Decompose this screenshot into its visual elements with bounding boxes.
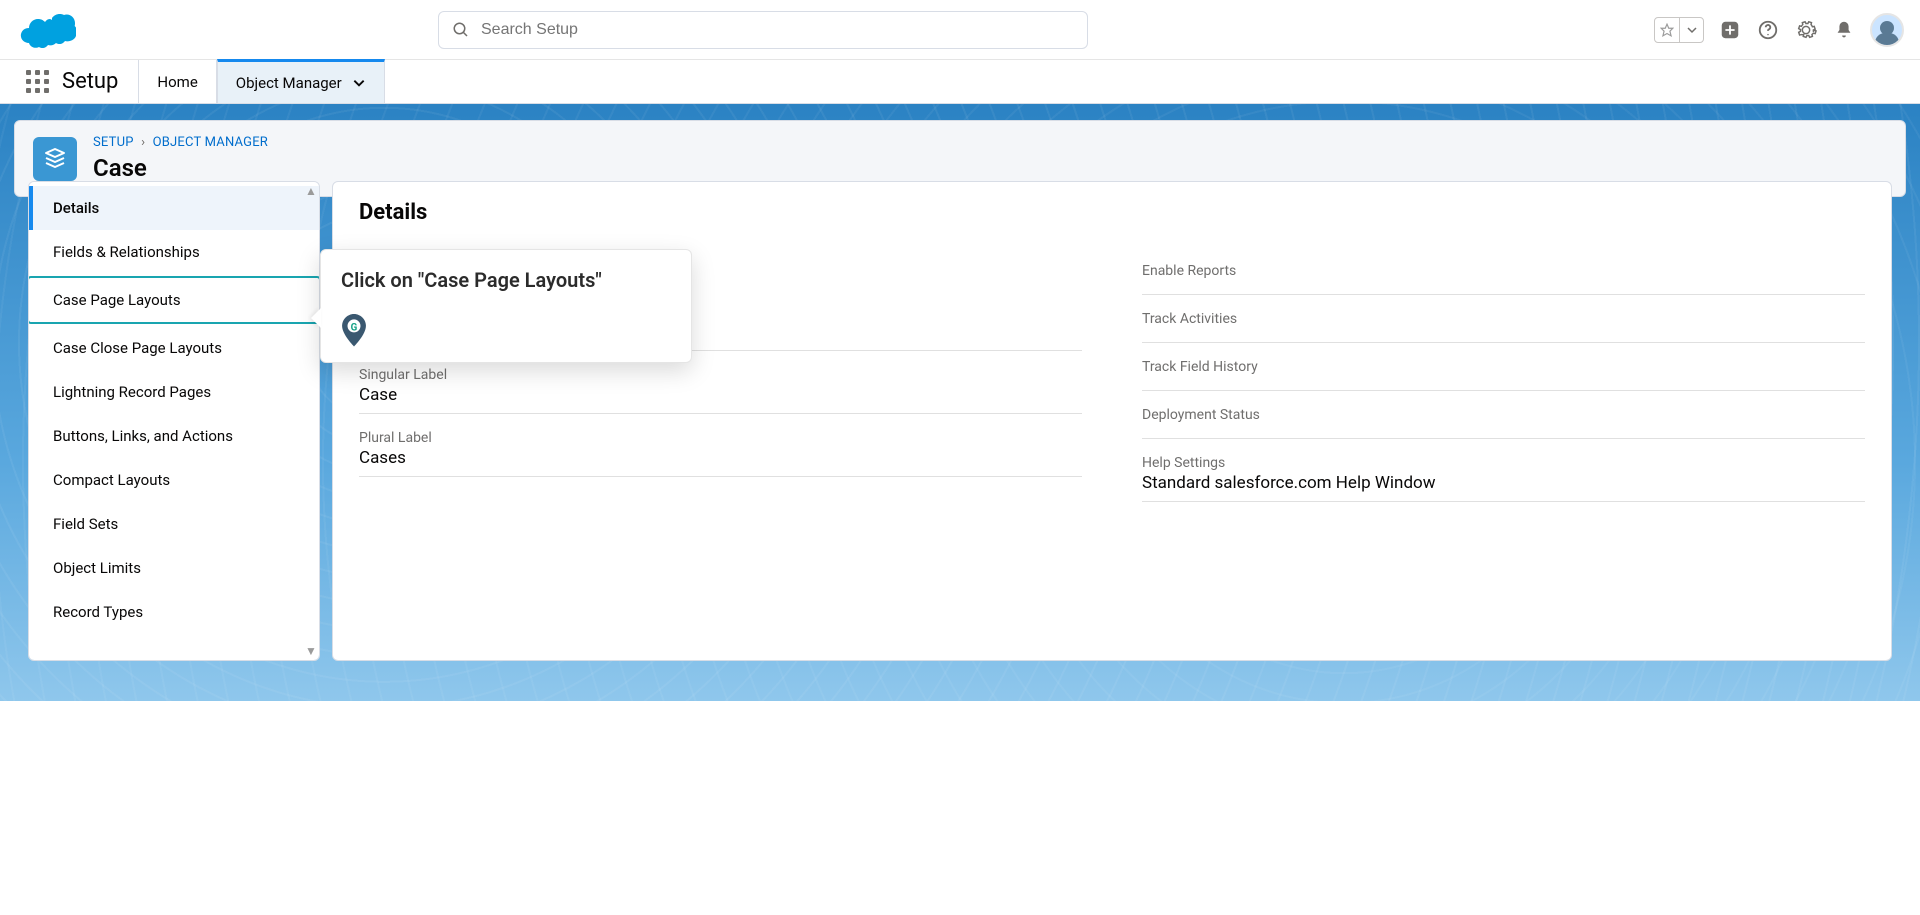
nav-tab-label: Home (157, 73, 197, 91)
breadcrumb-parent[interactable]: OBJECT MANAGER (153, 135, 268, 150)
sidebar-item-label: Field Sets (53, 515, 118, 533)
sidebar-item-label: Details (53, 199, 99, 217)
sidebar-item-label: Fields & Relationships (53, 243, 200, 261)
favorite-star-icon[interactable] (1655, 18, 1679, 42)
sidebar-item-buttons-links-actions[interactable]: Buttons, Links, and Actions (29, 414, 319, 458)
details-title: Details (359, 200, 1865, 225)
app-nav-bar: Setup Home Object Manager (0, 60, 1920, 104)
chevron-down-icon[interactable] (352, 76, 366, 90)
notification-bell-icon[interactable] (1832, 18, 1856, 42)
add-icon[interactable] (1718, 18, 1742, 42)
sidebar-item-label: Buttons, Links, and Actions (53, 427, 233, 445)
svg-text:G: G (351, 322, 358, 333)
nav-tab-home[interactable]: Home (138, 60, 216, 103)
global-header (0, 0, 1920, 60)
field-value: Cases (359, 448, 1082, 468)
header-utilities (1654, 13, 1904, 47)
page-title: Case (93, 154, 268, 182)
sidebar-item-lightning-record-pages[interactable]: Lightning Record Pages (29, 370, 319, 414)
breadcrumb: SETUP › OBJECT MANAGER (93, 135, 268, 150)
field-label: Singular Label (359, 367, 1082, 383)
global-search (438, 11, 1088, 49)
scroll-up-icon[interactable]: ▲ (305, 184, 317, 198)
gear-icon[interactable] (1794, 18, 1818, 42)
nav-tab-label: Object Manager (236, 74, 342, 92)
user-avatar[interactable] (1870, 13, 1904, 47)
object-icon (33, 137, 77, 181)
map-pin-icon: G (341, 314, 367, 346)
nav-tabs: Home Object Manager (138, 60, 384, 103)
field-singular-label: Singular Label Case (359, 359, 1082, 414)
sidebar-item-field-sets[interactable]: Field Sets (29, 502, 319, 546)
field-enable-reports: Enable Reports (1142, 255, 1865, 295)
sidebar-item-fields-relationships[interactable]: Fields & Relationships (29, 230, 319, 274)
search-icon (452, 21, 470, 39)
app-launcher[interactable]: Setup (0, 60, 138, 103)
field-track-activities: Track Activities (1142, 303, 1865, 343)
app-name: Setup (62, 69, 118, 94)
sidebar-item-object-limits[interactable]: Object Limits (29, 546, 319, 590)
favorites-dropdown-icon[interactable] (1679, 18, 1703, 42)
search-input[interactable] (438, 11, 1088, 49)
main-area: ▲ Details Fields & Relationships Case Pa… (28, 181, 1892, 661)
sidebar-item-label: Record Types (53, 603, 143, 621)
callout-title: Click on "Case Page Layouts" (341, 268, 671, 292)
nav-tab-object-manager[interactable]: Object Manager (217, 59, 385, 103)
sidebar-item-label: Compact Layouts (53, 471, 170, 489)
sidebar-item-label: Case Close Page Layouts (53, 339, 222, 357)
sidebar-item-label: Lightning Record Pages (53, 383, 211, 401)
sidebar-item-compact-layouts[interactable]: Compact Layouts (29, 458, 319, 502)
app-launcher-icon (26, 70, 50, 94)
field-value: Case (359, 385, 1082, 405)
field-track-field-history: Track Field History (1142, 351, 1865, 391)
breadcrumb-root[interactable]: SETUP (93, 135, 134, 150)
sidebar-item-case-close-page-layouts[interactable]: Case Close Page Layouts (29, 326, 319, 370)
sidebar-item-label: Object Limits (53, 559, 141, 577)
salesforce-logo (16, 9, 76, 51)
field-label: Plural Label (359, 430, 1082, 446)
field-label: Track Activities (1142, 311, 1865, 327)
field-label: Enable Reports (1142, 263, 1865, 279)
field-label: Deployment Status (1142, 407, 1865, 423)
tutorial-callout: Click on "Case Page Layouts" G (320, 249, 692, 363)
object-sidebar: ▲ Details Fields & Relationships Case Pa… (28, 181, 320, 661)
sidebar-item-record-types[interactable]: Record Types (29, 590, 319, 634)
field-help-settings: Help Settings Standard salesforce.com He… (1142, 447, 1865, 502)
sidebar-item-label: Case Page Layouts (53, 291, 181, 309)
favorites-group (1654, 17, 1704, 43)
breadcrumb-separator: › (141, 135, 145, 150)
field-deployment-status: Deployment Status (1142, 399, 1865, 439)
sidebar-item-details[interactable]: Details (29, 186, 319, 230)
field-label: Track Field History (1142, 359, 1865, 375)
field-value: Standard salesforce.com Help Window (1142, 473, 1865, 493)
field-plural-label: Plural Label Cases (359, 422, 1082, 477)
field-label: Help Settings (1142, 455, 1865, 471)
help-icon[interactable] (1756, 18, 1780, 42)
context-band: SETUP › OBJECT MANAGER Case ▲ Details Fi… (0, 104, 1920, 701)
sidebar-item-case-page-layouts[interactable]: Case Page Layouts (28, 276, 320, 324)
scroll-down-icon[interactable]: ▼ (305, 644, 317, 658)
